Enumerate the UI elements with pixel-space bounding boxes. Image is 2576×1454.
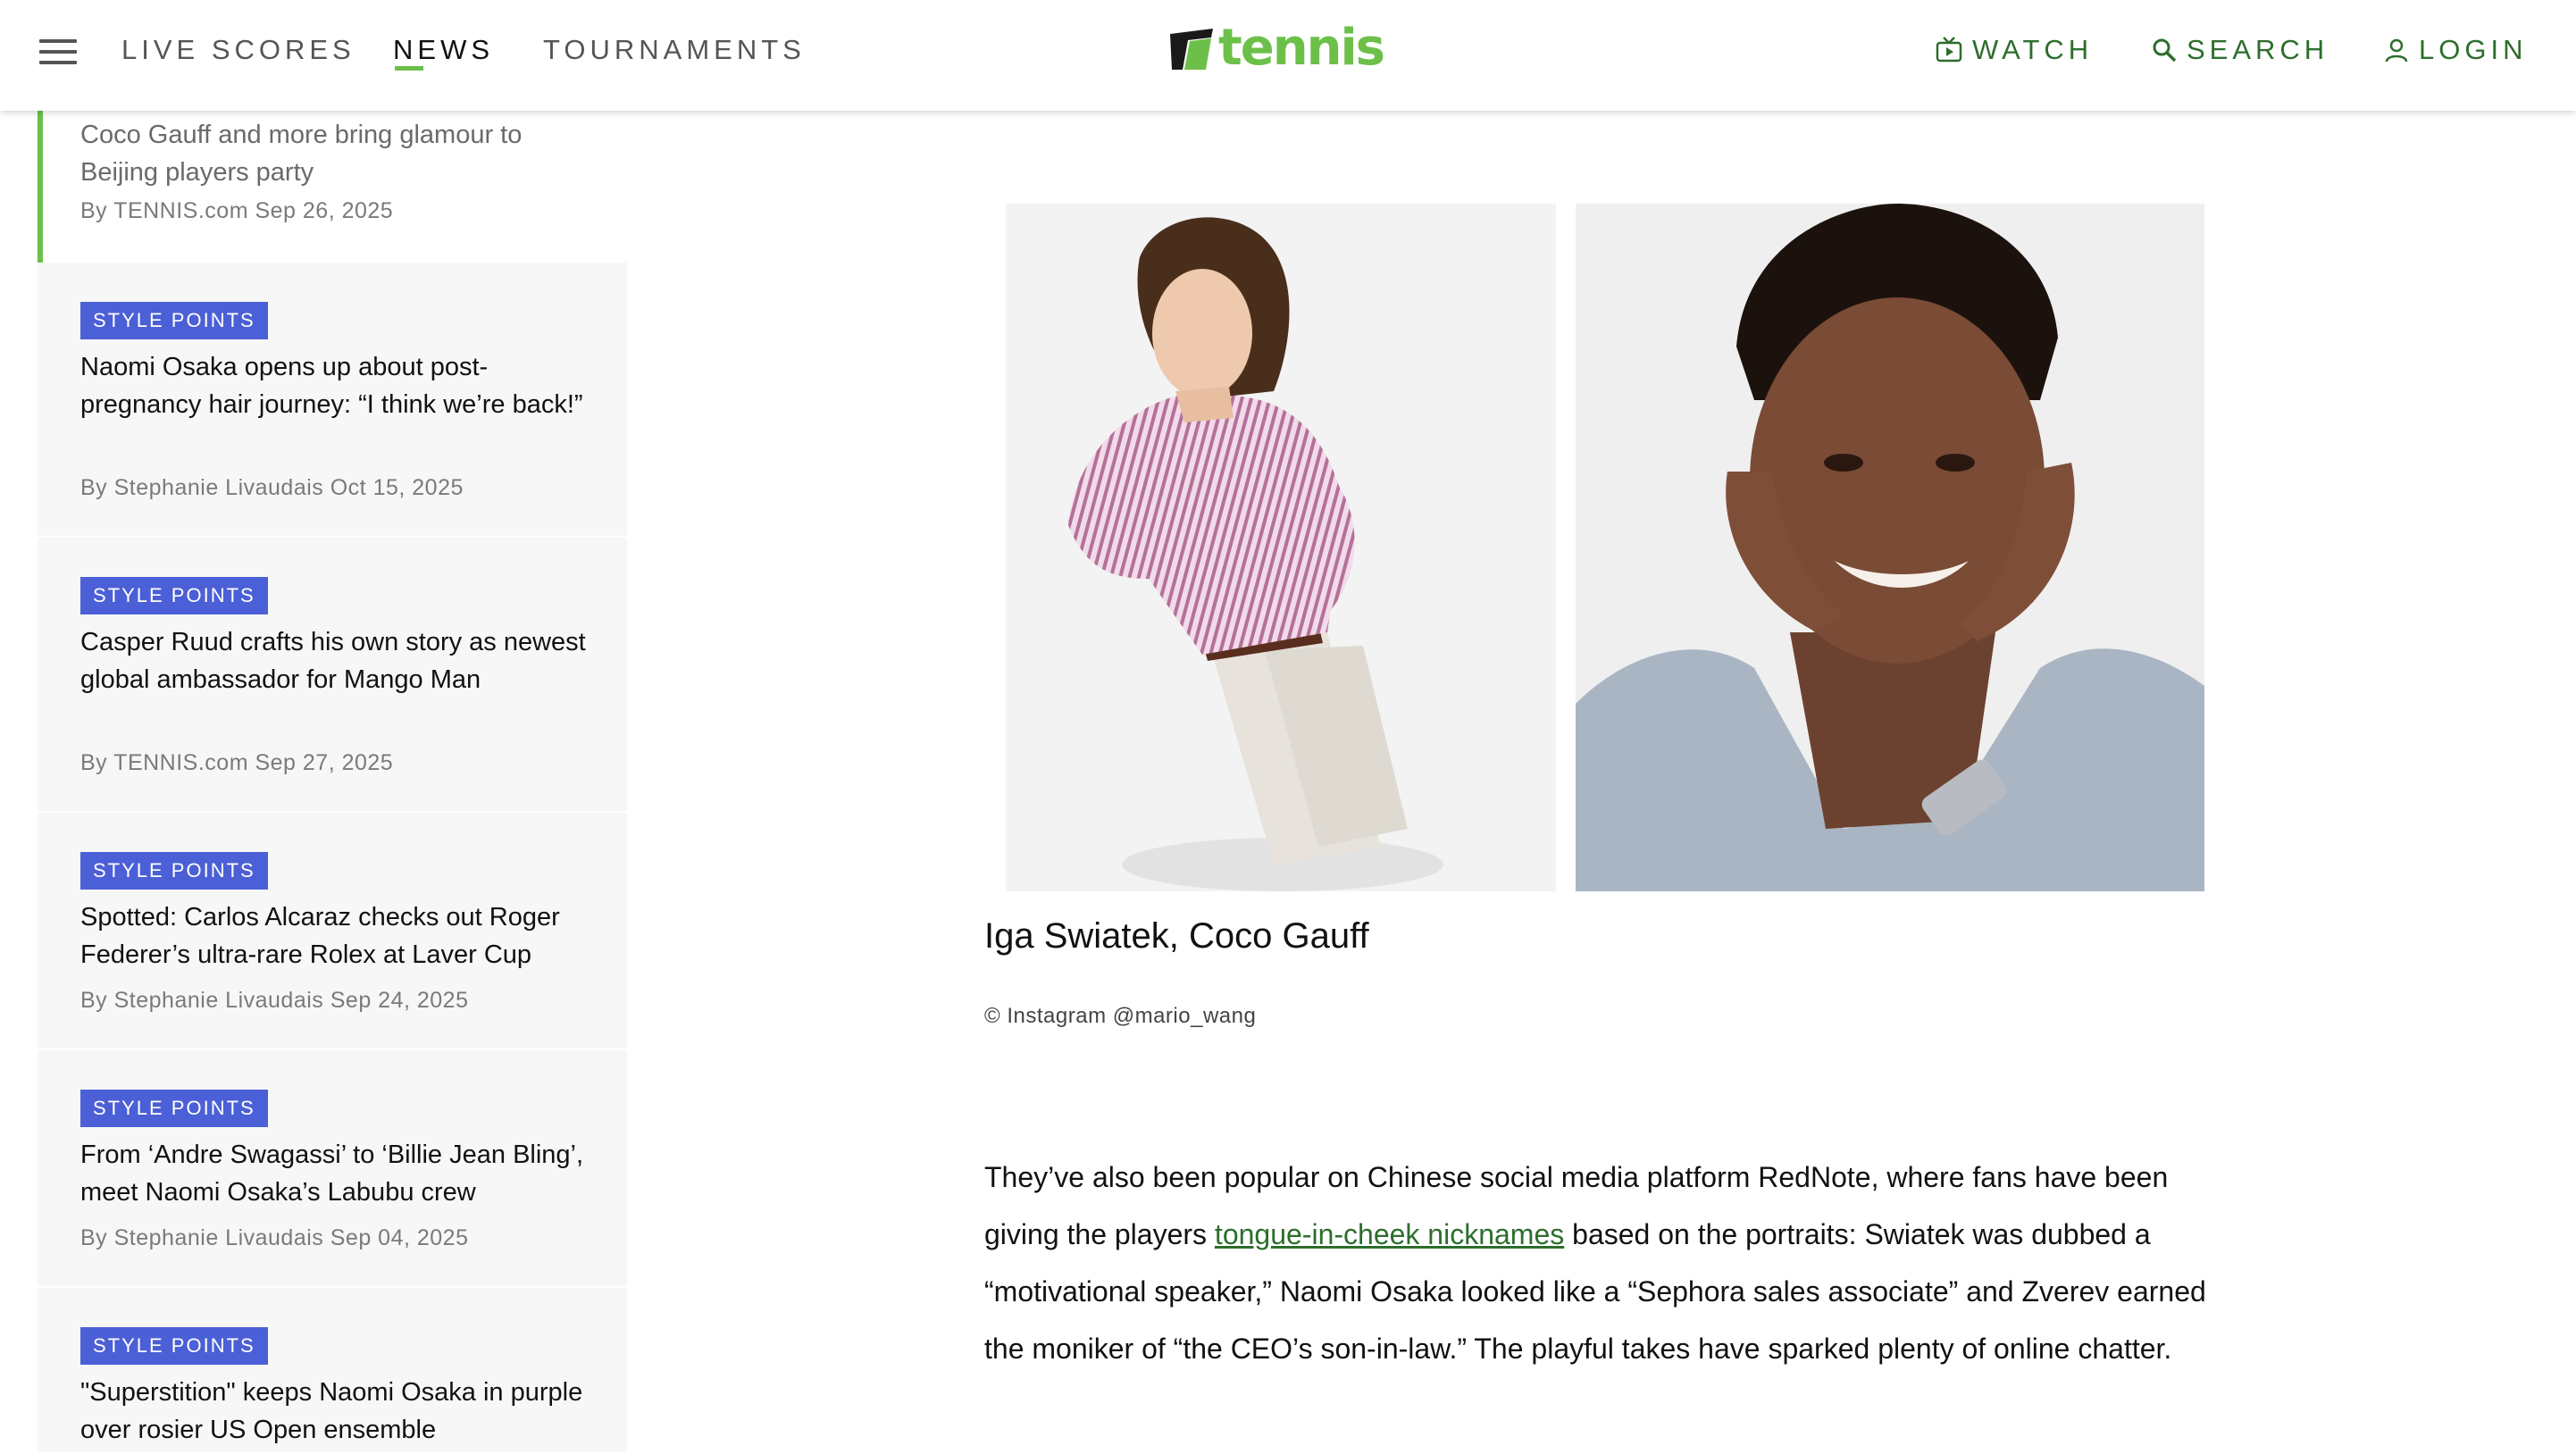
category-badge[interactable]: STYLE POINTS bbox=[80, 852, 268, 890]
search-icon bbox=[2151, 37, 2178, 63]
sidebar-item-title[interactable]: Coco Gauff and more bring glamour to Bei… bbox=[80, 116, 598, 191]
article-paragraph: They’ve also been popular on Chinese soc… bbox=[984, 1149, 2217, 1377]
photo-iga-swiatek bbox=[1006, 204, 1556, 891]
photo-caption: Iga Swiatek, Coco Gauff bbox=[984, 916, 1369, 956]
user-icon bbox=[2383, 37, 2410, 63]
logo-mark-icon bbox=[1170, 29, 1213, 70]
watch-label: WATCH bbox=[1972, 34, 2094, 65]
nav-live-scores[interactable]: LIVE SCORES bbox=[121, 34, 355, 66]
sidebar-item-title[interactable]: From ‘Andre Swagassi’ to ‘Billie Jean Bl… bbox=[80, 1136, 598, 1211]
sidebar-item-title[interactable]: Casper Ruud crafts his own story as newe… bbox=[80, 623, 598, 698]
category-badge[interactable]: STYLE POINTS bbox=[80, 1327, 268, 1365]
category-badge[interactable]: STYLE POINTS bbox=[80, 577, 268, 614]
site-header: LIVE SCORES NEWS TOURNAMENTS tennis WATC… bbox=[0, 0, 2576, 111]
search-link[interactable]: SEARCH bbox=[2151, 34, 2329, 66]
nav-tournaments[interactable]: TOURNAMENTS bbox=[543, 34, 806, 66]
logo-wordmark: tennis bbox=[1218, 19, 1385, 77]
login-link[interactable]: LOGIN bbox=[2383, 34, 2527, 66]
watch-link[interactable]: WATCH bbox=[1935, 34, 2093, 66]
active-accent-bar bbox=[38, 111, 43, 263]
sidebar-item-meta: By TENNIS.com Sep 27, 2025 bbox=[80, 750, 394, 775]
sidebar-item[interactable]: STYLE POINTS "Superstition" keeps Naomi … bbox=[38, 1288, 627, 1454]
photo-coco-gauff bbox=[1576, 204, 2204, 891]
nav-active-indicator bbox=[395, 66, 423, 71]
sidebar-item-meta: By Stephanie Livaudais Sep 04, 2025 bbox=[80, 1225, 469, 1250]
sidebar-item[interactable]: STYLE POINTS Naomi Osaka opens up about … bbox=[38, 263, 627, 538]
tv-icon bbox=[1935, 36, 1963, 64]
nav-news[interactable]: NEWS bbox=[393, 34, 494, 66]
sidebar-item-title[interactable]: Spotted: Carlos Alcaraz checks out Roger… bbox=[80, 898, 598, 974]
sidebar-item-meta: By TENNIS.com Sep 26, 2025 bbox=[80, 198, 394, 223]
hamburger-menu-icon[interactable] bbox=[39, 39, 77, 64]
search-label: SEARCH bbox=[2187, 34, 2329, 65]
sidebar-item[interactable]: STYLE POINTS Casper Ruud crafts his own … bbox=[38, 538, 627, 813]
category-badge[interactable]: STYLE POINTS bbox=[80, 302, 268, 339]
sidebar-item-title[interactable]: "Superstition" keeps Naomi Osaka in purp… bbox=[80, 1374, 598, 1449]
nicknames-link[interactable]: tongue-in-cheek nicknames bbox=[1215, 1218, 1564, 1250]
sidebar-item-title[interactable]: Naomi Osaka opens up about post-pregnanc… bbox=[80, 348, 598, 423]
sidebar-item[interactable]: STYLE POINTS Spotted: Carlos Alcaraz che… bbox=[38, 813, 627, 1050]
sidebar-item-meta: By Stephanie Livaudais Oct 15, 2025 bbox=[80, 475, 464, 500]
site-logo[interactable]: tennis bbox=[1167, 19, 1385, 77]
login-label: LOGIN bbox=[2419, 34, 2528, 65]
sidebar-item[interactable]: STYLE POINTS From ‘Andre Swagassi’ to ‘B… bbox=[38, 1050, 627, 1288]
sidebar-item-active[interactable]: Coco Gauff and more bring glamour to Bei… bbox=[38, 111, 627, 263]
related-stories-sidebar: Coco Gauff and more bring glamour to Bei… bbox=[38, 111, 627, 1454]
category-badge[interactable]: STYLE POINTS bbox=[80, 1090, 268, 1127]
photo-credit: © Instagram @mario_wang bbox=[984, 1004, 1257, 1028]
sidebar-item-meta: By Stephanie Livaudais Sep 24, 2025 bbox=[80, 988, 469, 1013]
